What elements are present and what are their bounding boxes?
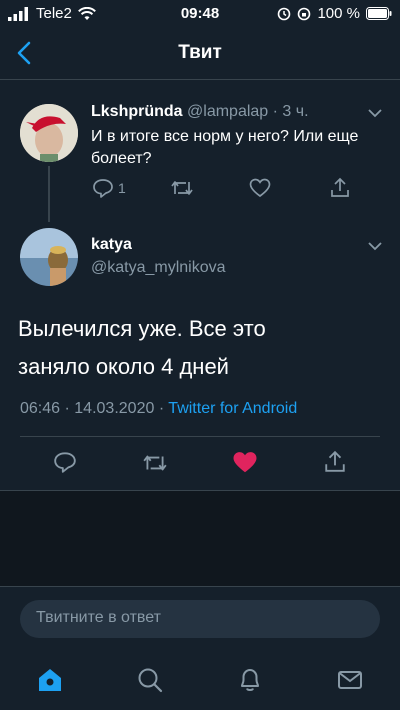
retweet-icon[interactable]: [170, 178, 194, 198]
like-icon[interactable]: [249, 178, 271, 198]
avatar-image: [20, 228, 78, 286]
empty-replies-area: [0, 490, 400, 586]
battery-icon: [366, 7, 392, 20]
comment-icon: [93, 179, 113, 198]
battery-label: 100 %: [317, 5, 360, 22]
tweet-menu-chevron-icon[interactable]: [368, 241, 382, 251]
retweet-icon[interactable]: [142, 452, 168, 474]
page-title: Твит: [178, 42, 222, 63]
home-icon[interactable]: [36, 666, 64, 694]
author-name[interactable]: Lkshpründa: [91, 103, 183, 120]
tweet-time: 06:46: [20, 400, 61, 417]
main-tweet-text: Вылечился уже. Все это заняло около 4 дн…: [18, 310, 388, 386]
reply-bar: Твитните в ответ: [0, 586, 400, 650]
orientation-lock-icon: [298, 7, 311, 20]
separator-dot: ·: [64, 400, 70, 417]
avatar[interactable]: [20, 228, 78, 286]
author-handle: @lampalap: [187, 103, 269, 120]
nav-bar: Твит: [0, 28, 400, 80]
tab-bar: [0, 650, 400, 710]
separator-dot: ·: [272, 103, 278, 120]
reply-menu-chevron-icon[interactable]: [368, 108, 382, 118]
reply-tweet-text: И в итоге все норм у него? Или еще более…: [91, 128, 359, 167]
bell-icon[interactable]: [236, 666, 264, 694]
alarm-icon: [278, 7, 291, 20]
reply-header: Lkshpründa @lampalap · 3 ч.: [91, 103, 309, 121]
author-name[interactable]: katya: [91, 236, 132, 254]
reply-count: 1: [118, 180, 126, 196]
thread-line: [48, 166, 50, 222]
tweet-age: 3 ч.: [282, 103, 309, 120]
share-icon[interactable]: [330, 177, 350, 198]
reply-input[interactable]: Твитните в ответ: [20, 600, 380, 638]
reply-action[interactable]: 1: [92, 178, 126, 198]
main-tweet-line: Вылечился уже. Все это: [18, 316, 266, 341]
status-right: 100 %: [277, 5, 392, 22]
author-handle: @katya_mylnikova: [91, 259, 226, 276]
mail-icon[interactable]: [336, 666, 364, 694]
main-tweet-line: заняло около 4 дней: [18, 354, 229, 379]
liked-heart-icon[interactable]: [232, 451, 258, 474]
tweet-meta: 06:46 · 14.03.2020 · Twitter for Android: [20, 400, 297, 418]
tweet-source-link[interactable]: Twitter for Android: [168, 400, 297, 417]
avatar-image: [20, 104, 78, 162]
separator-dot: ·: [158, 400, 165, 417]
search-icon[interactable]: [136, 666, 164, 694]
share-icon[interactable]: [324, 450, 346, 473]
status-bar: Tele2 09:48 100 %: [0, 0, 400, 28]
divider: [20, 436, 380, 437]
tweet-date: 14.03.2020: [74, 400, 155, 417]
comment-icon[interactable]: [53, 451, 77, 473]
avatar[interactable]: [20, 104, 78, 162]
